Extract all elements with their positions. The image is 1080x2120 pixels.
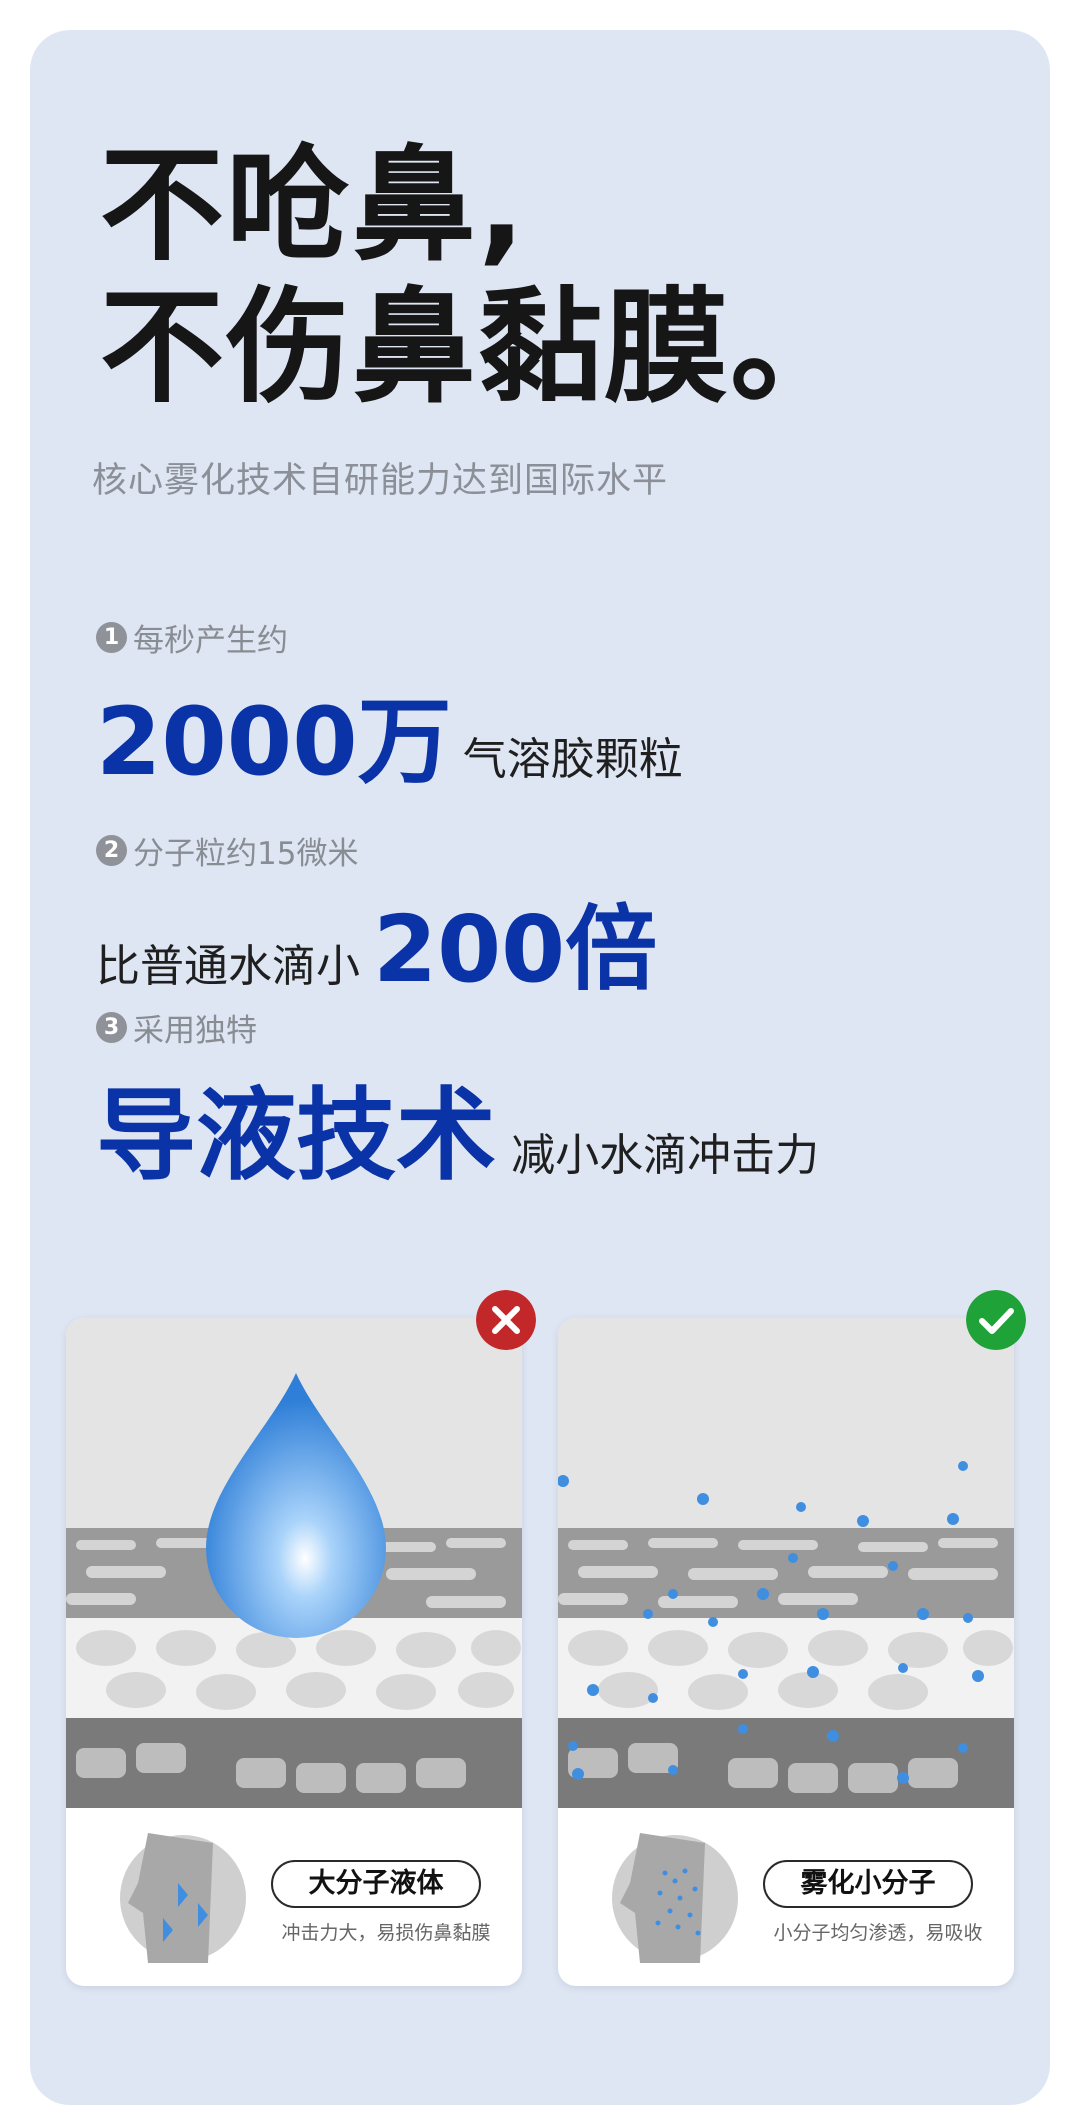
skin-cross-section-illustration <box>558 1318 1014 1808</box>
nose-profile-illustration <box>612 1833 738 1963</box>
headline-line-2: 不伤鼻黏膜。 <box>100 276 857 420</box>
point-highlight: 200倍 <box>373 896 658 1003</box>
wrong-icon <box>476 1290 536 1350</box>
card-description: 冲击力大，易损伤鼻黏膜 <box>281 1922 491 1944</box>
headline: 不呛鼻, 不伤鼻黏膜。 <box>100 135 856 419</box>
number-badge: 3 <box>96 1012 127 1043</box>
subtitle: 核心雾化技术自研能力达到国际水平 <box>92 461 669 501</box>
card-description: 小分子均匀渗透，易吸收 <box>773 1922 983 1944</box>
feature-point-1: 1 每秒产生约 2000万 气溶胶颗粒 <box>96 615 683 802</box>
comparison-card-large-droplet: 大分子液体 冲击力大，易损伤鼻黏膜 <box>66 1318 522 1986</box>
feature-point-2: 2 分子粒约15微米 比普通水滴小 200倍 <box>96 828 657 1008</box>
card-title: 雾化小分子 <box>763 1860 973 1908</box>
checkmark-icon <box>966 1290 1026 1350</box>
comparison-card-atomized: 雾化小分子 小分子均匀渗透，易吸收 <box>558 1318 1014 1986</box>
feature-point-3: 3 采用独特 导液技术 减小水滴冲击力 <box>96 1005 819 1199</box>
number-badge: 1 <box>96 622 127 653</box>
point-label: 分子粒约15微米 <box>133 836 359 872</box>
point-highlight: 导液技术 <box>96 1077 496 1194</box>
headline-line-1: 不呛鼻, <box>100 134 528 278</box>
card-title: 大分子液体 <box>271 1860 481 1908</box>
point-suffix: 减小水滴冲击力 <box>511 1130 820 1181</box>
point-highlight: 2000万 <box>96 688 452 797</box>
nose-profile-illustration <box>120 1833 246 1963</box>
point-suffix: 气溶胶颗粒 <box>462 734 683 785</box>
point-prefix: 比普通水滴小 <box>96 941 360 992</box>
point-label: 采用独特 <box>133 1013 257 1049</box>
skin-cross-section-illustration <box>66 1318 522 1808</box>
number-badge: 2 <box>96 835 127 866</box>
point-label: 每秒产生约 <box>133 623 288 659</box>
